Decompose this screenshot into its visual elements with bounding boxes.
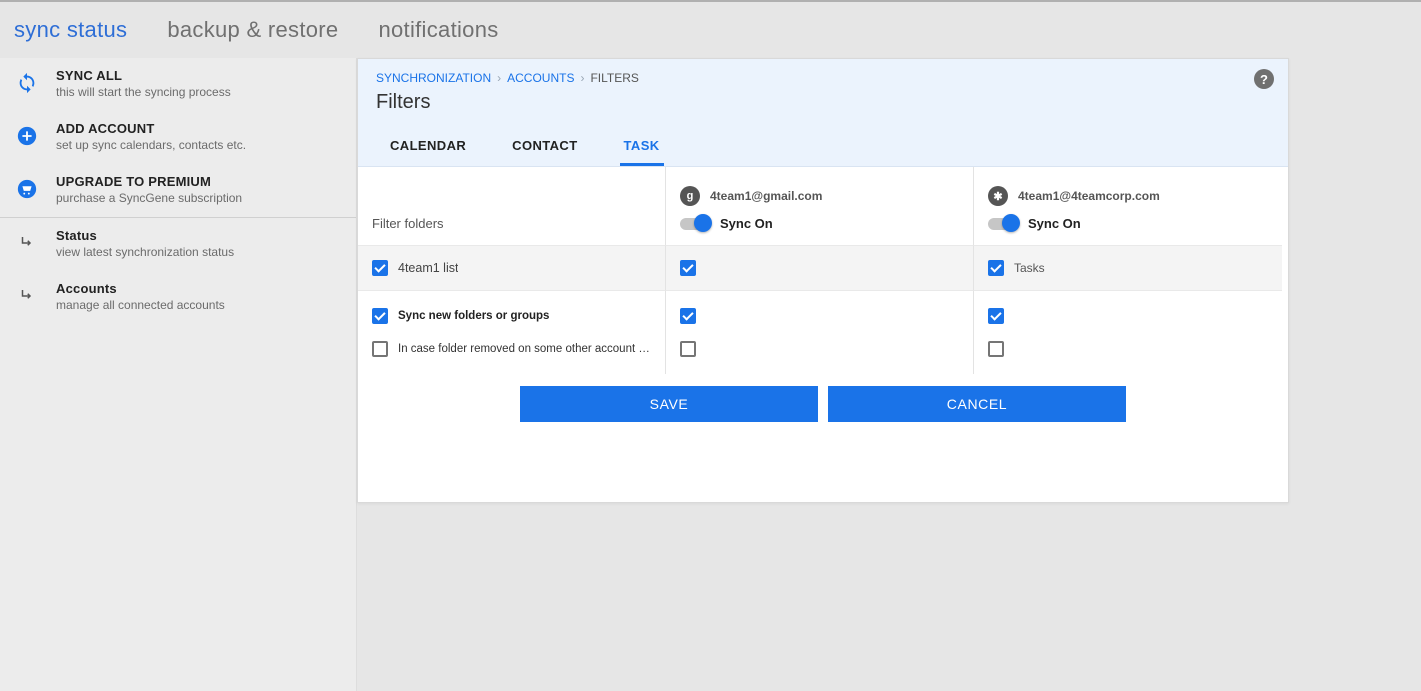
- checkbox-sync-new-folders[interactable]: [372, 308, 388, 324]
- sidebar-item-title: Status: [56, 228, 234, 243]
- sidebar-item-sub: manage all connected accounts: [56, 298, 225, 312]
- row-label-delete-removed: In case folder removed on some other acc…: [398, 343, 651, 355]
- top-tabs: sync status backup & restore notificatio…: [0, 0, 1421, 58]
- account-email: 4team1@4teamcorp.com: [1018, 189, 1160, 203]
- sync-toggle-account2[interactable]: [988, 218, 1018, 230]
- sidebar: SYNC ALL this will start the syncing pro…: [0, 58, 357, 691]
- breadcrumb-filters: FILTERS: [590, 71, 638, 85]
- filter-subtabs: CALENDAR CONTACT TASK: [376, 128, 1270, 166]
- breadcrumb-sep: ›: [497, 71, 501, 85]
- cart-icon: [16, 178, 38, 200]
- sub-arrow-icon: [16, 285, 38, 307]
- sidebar-item-sub: set up sync calendars, contacts etc.: [56, 138, 246, 152]
- sidebar-item-title: UPGRADE TO PREMIUM: [56, 174, 242, 189]
- row-label-4team1-list: 4team1 list: [398, 261, 458, 275]
- checkbox-4team1-list[interactable]: [372, 260, 388, 276]
- sync-toggle-label: Sync On: [720, 216, 773, 231]
- account-email: 4team1@gmail.com: [710, 189, 822, 203]
- filter-folders-label: Filter folders: [372, 216, 651, 231]
- sync-toggle-label: Sync On: [1028, 216, 1081, 231]
- subtab-calendar[interactable]: CALENDAR: [386, 128, 470, 166]
- page-title: Filters: [376, 91, 1270, 114]
- sidebar-item-sub: this will start the syncing process: [56, 85, 231, 99]
- tab-backup-restore[interactable]: backup & restore: [167, 17, 338, 43]
- cancel-button[interactable]: CANCEL: [828, 386, 1126, 422]
- subtab-task[interactable]: TASK: [620, 128, 664, 166]
- sync-icon: [16, 72, 38, 94]
- row-label-sync-new: Sync new folders or groups: [398, 310, 549, 322]
- checkbox-delete-removed-acct1[interactable]: [680, 341, 696, 357]
- sidebar-item-sync-all[interactable]: SYNC ALL this will start the syncing pro…: [0, 58, 356, 111]
- sidebar-item-status[interactable]: Status view latest synchronization statu…: [0, 218, 356, 271]
- tab-sync-status[interactable]: sync status: [14, 17, 127, 43]
- checkbox-4team1-list-acct2[interactable]: [988, 260, 1004, 276]
- sidebar-item-sub: purchase a SyncGene subscription: [56, 191, 242, 205]
- sidebar-item-title: Accounts: [56, 281, 225, 296]
- checkbox-delete-removed-acct2[interactable]: [988, 341, 1004, 357]
- sub-arrow-icon: [16, 232, 38, 254]
- breadcrumb: SYNCHRONIZATION › ACCOUNTS › FILTERS: [376, 71, 1270, 85]
- sync-toggle-account1[interactable]: [680, 218, 710, 230]
- sidebar-item-title: ADD ACCOUNT: [56, 121, 246, 136]
- checkbox-4team1-list-acct1[interactable]: [680, 260, 696, 276]
- filters-card: SYNCHRONIZATION › ACCOUNTS › FILTERS Fil…: [357, 58, 1289, 503]
- breadcrumb-accounts[interactable]: ACCOUNTS: [507, 71, 574, 85]
- checkbox-sync-new-acct2[interactable]: [988, 308, 1004, 324]
- sidebar-item-add-account[interactable]: ADD ACCOUNT set up sync calendars, conta…: [0, 111, 356, 164]
- checkbox-sync-new-acct1[interactable]: [680, 308, 696, 324]
- tab-notifications[interactable]: notifications: [378, 17, 498, 43]
- google-account-icon: g: [680, 186, 700, 206]
- checkbox-delete-removed[interactable]: [372, 341, 388, 357]
- subtab-contact[interactable]: CONTACT: [508, 128, 581, 166]
- save-button[interactable]: SAVE: [520, 386, 818, 422]
- help-button[interactable]: ?: [1254, 69, 1274, 89]
- sidebar-item-upgrade[interactable]: UPGRADE TO PREMIUM purchase a SyncGene s…: [0, 164, 356, 217]
- exchange-account-icon: ✱: [988, 186, 1008, 206]
- breadcrumb-synchronization[interactable]: SYNCHRONIZATION: [376, 71, 491, 85]
- sidebar-item-title: SYNC ALL: [56, 68, 231, 83]
- sidebar-item-sub: view latest synchronization status: [56, 245, 234, 259]
- sidebar-item-accounts[interactable]: Accounts manage all connected accounts: [0, 271, 356, 324]
- breadcrumb-sep: ›: [580, 71, 584, 85]
- row-label-tasks: Tasks: [1014, 261, 1045, 275]
- plus-circle-icon: [16, 125, 38, 147]
